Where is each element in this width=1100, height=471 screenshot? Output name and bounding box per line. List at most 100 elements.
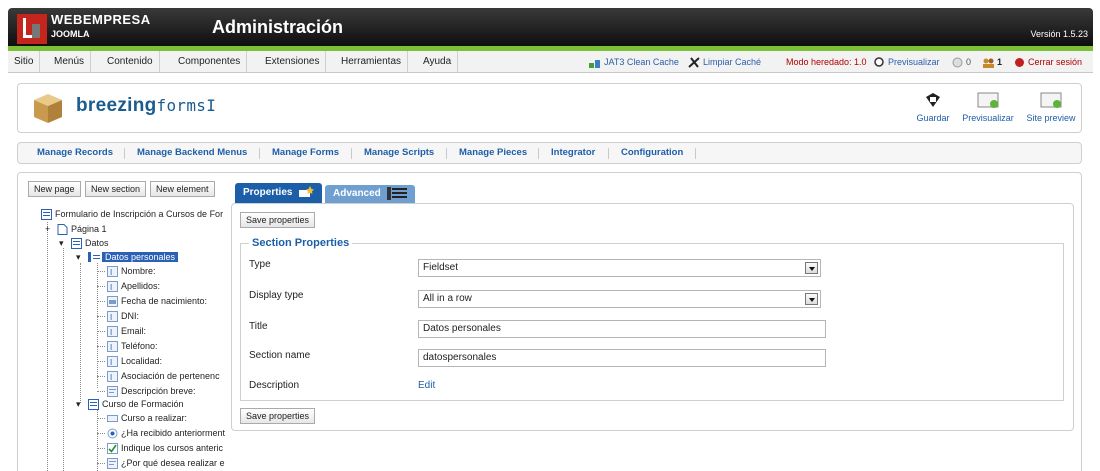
subnav-divider [695,148,696,159]
tree-field-label: Teléfono: [121,341,158,351]
page-title: Administración [212,17,344,37]
tree-field[interactable]: Curso a realizar: [107,411,187,425]
tree-form-root[interactable]: Formulario de Inscripción a Cursos de Fo… [41,207,223,221]
tree-field[interactable]: I Apellidos: [107,279,160,293]
properties-star-icon [299,186,315,198]
logout-link[interactable]: Cerrar sesión [1014,51,1082,73]
tree-connector [97,418,105,419]
integrator-link[interactable]: Integrator [551,143,595,163]
brand-name: WEBEMPRESA [51,12,151,27]
tree-section-datos[interactable]: ▾ Datos [59,236,109,250]
tree-section-datos-personales[interactable]: ▾ Datos personales [76,250,179,264]
configuration-link[interactable]: Configuration [621,143,683,163]
subnav-divider [446,148,447,159]
tree-field[interactable]: Descripción breve: [107,384,196,398]
text-field-icon: I [107,356,118,368]
tab-advanced-label: Advanced [333,188,381,199]
tree-field-label: Nombre: [121,266,156,276]
preview-button[interactable]: Previsualizar [961,91,1015,123]
messages-count[interactable]: 0 [952,51,971,73]
jat3-clean-cache-link[interactable]: JAT3 Clean Cache [589,51,679,73]
subnav-divider [259,148,260,159]
svg-text:I: I [110,313,112,322]
tree-connector [97,361,105,362]
title-input[interactable]: Datos personales [418,320,826,338]
tree-connector [97,316,105,317]
menu-sitio[interactable]: Sitio [8,51,41,73]
new-section-button[interactable]: New section [85,181,147,197]
tree-field[interactable]: I Email: [107,324,146,338]
logo-thin-text: forms [156,96,207,115]
form-icon [41,209,52,221]
tree-section-curso[interactable]: ▾ Curso de Formación [76,397,184,411]
joomla-logo-icon [17,14,47,44]
text-field-icon: I [107,281,118,293]
manage-pieces-link[interactable]: Manage Pieces [459,143,527,163]
tree-field[interactable]: I Localidad: [107,354,162,368]
messages-count-value: 0 [966,57,972,67]
site-preview-button[interactable]: Site preview [1024,91,1078,123]
tree-connector [97,263,98,388]
tree-field[interactable]: Indique los cursos anteric [107,441,223,455]
menu-extensiones[interactable]: Extensiones [259,51,327,73]
preview-label: Previsualizar [962,113,1014,123]
new-element-button[interactable]: New element [150,181,215,197]
subnav-divider [538,148,539,159]
tree-field[interactable]: ¿Por qué desea realizar e [107,456,225,470]
subnav-divider [124,148,125,159]
tree-selected-node: Datos personales [88,252,179,264]
tree-field[interactable]: ¿Ha recibido anteriorment [107,426,225,440]
jat3-clean-cache-label: JAT3 Clean Cache [604,57,679,67]
online-users-count[interactable]: 1 [982,51,1002,73]
save-button[interactable]: Guardar [915,91,951,123]
logo-bold-text: breezing [76,95,157,116]
tree-field[interactable]: I Asociación de pertenenc [107,369,220,383]
menu-menus[interactable]: Menús [48,51,92,73]
manage-forms-link[interactable]: Manage Forms [272,143,339,163]
tree-field[interactable]: I DNI: [107,309,139,323]
menu-herramientas[interactable]: Herramientas [335,51,409,73]
menu-contenido[interactable]: Contenido [101,51,160,73]
tab-properties[interactable]: Properties [235,183,323,203]
online-users-value: 1 [997,57,1003,67]
textarea-field-icon [107,458,118,470]
manage-records-link[interactable]: Manage Records [37,143,113,163]
save-properties-bottom-button[interactable]: Save properties [240,408,316,424]
text-field-icon: I [107,266,118,278]
tree-page[interactable]: + Página 1 [45,222,107,236]
manage-scripts-link[interactable]: Manage Scripts [364,143,434,163]
tree-connector [97,463,105,464]
text-field-icon: I [107,341,118,353]
tree-field[interactable]: I Nombre: [107,264,156,278]
tree-field[interactable]: Fecha de nacimiento: [107,294,207,308]
description-edit-link[interactable]: Edit [418,380,435,391]
tab-advanced[interactable]: Advanced [325,185,415,203]
tree-field[interactable]: I Teléfono: [107,339,158,353]
limpiar-cache-link[interactable]: Limpiar Caché [688,51,761,73]
description-label: Description [249,380,300,391]
svg-text:I: I [110,268,112,277]
tree-connector [97,331,105,332]
tree-section-datos-personales-label: Datos personales [105,252,176,262]
site-preview-label: Site preview [1026,113,1076,123]
subnav-divider [351,148,352,159]
manage-backend-menus-link[interactable]: Manage Backend Menus [137,143,247,163]
menu-componentes[interactable]: Componentes [172,51,248,73]
checkbox-field-icon [107,443,118,455]
new-page-button[interactable]: New page [28,181,81,197]
tree-connector [97,433,105,434]
type-select[interactable]: Fieldset [418,259,821,277]
tree-section-datos-label: Datos [85,238,109,248]
save-properties-top-button[interactable]: Save properties [240,212,316,228]
section-properties-legend: Section Properties [249,237,353,249]
breezingforms-logo: breezingformsI [76,95,216,117]
tree-section-curso-label: Curso de Formación [102,399,184,409]
tree-field-label: Email: [121,326,147,336]
svg-text:I: I [110,328,112,337]
preview-site-link[interactable]: Previsualizar [874,51,940,73]
section-name-input[interactable]: datospersonales [418,349,826,367]
version-label: Versión 1.5.23 [1030,29,1088,39]
menu-ayuda[interactable]: Ayuda [417,51,459,73]
display-type-select[interactable]: All in a row [418,290,821,308]
svg-text:I: I [110,283,112,292]
